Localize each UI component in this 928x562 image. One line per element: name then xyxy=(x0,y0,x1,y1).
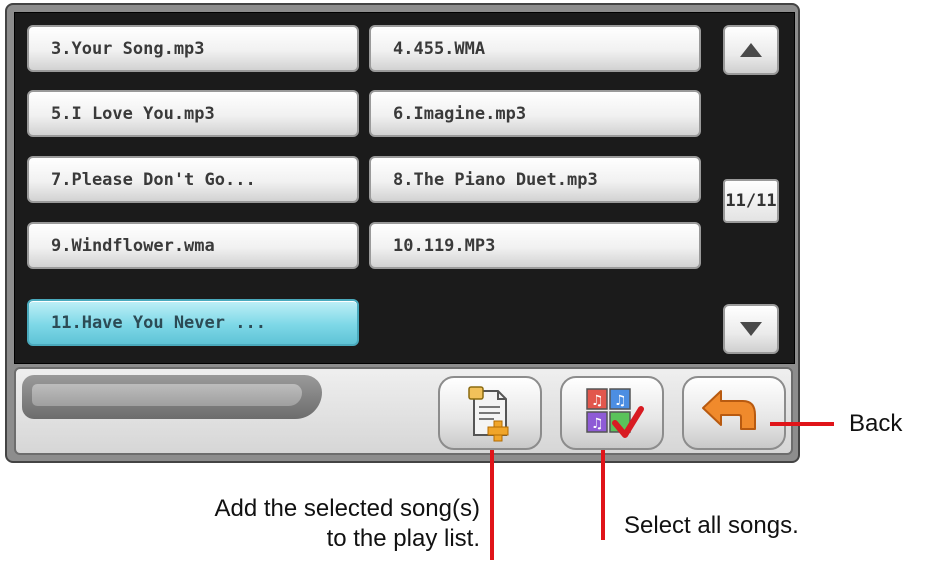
select-all-button[interactable]: ♫ ♫ ♫ xyxy=(560,376,664,450)
song-item[interactable]: 7.Please Don't Go... xyxy=(27,156,359,203)
song-label: 8.The Piano Duet.mp3 xyxy=(393,169,598,190)
u-turn-arrow-icon xyxy=(702,390,756,430)
document-plus-icon xyxy=(468,386,509,442)
add-pointer-line xyxy=(490,450,494,560)
page-indicator: 11/11 xyxy=(723,179,779,223)
back-pointer-line xyxy=(770,422,834,426)
playback-progress-bar[interactable] xyxy=(22,375,322,419)
select-all-annotation: Select all songs. xyxy=(624,512,799,539)
add-annotation-line1: Add the selected song(s) xyxy=(214,495,481,522)
song-item-selected[interactable]: 11.Have You Never ... xyxy=(27,299,359,346)
song-label: 4.455.WMA xyxy=(393,38,486,59)
progress-highlight xyxy=(32,384,302,406)
page-indicator-text: 11/11 xyxy=(725,191,777,211)
song-label: 9.Windflower.wma xyxy=(51,235,215,256)
music-grid-check-icon: ♫ ♫ ♫ xyxy=(586,388,644,438)
song-list-screen: 3.Your Song.mp3 4.455.WMA 5.I Love You.m… xyxy=(14,12,795,364)
device-frame: 3.Your Song.mp3 4.455.WMA 5.I Love You.m… xyxy=(5,3,800,463)
song-label: 3.Your Song.mp3 xyxy=(51,38,205,59)
song-label: 11.Have You Never ... xyxy=(51,312,266,333)
song-item[interactable]: 8.The Piano Duet.mp3 xyxy=(369,156,701,203)
triangle-up-icon xyxy=(740,43,762,57)
svg-text:♫: ♫ xyxy=(614,393,627,409)
add-to-playlist-button[interactable] xyxy=(438,376,542,450)
scroll-up-button[interactable] xyxy=(723,25,779,75)
song-label: 5.I Love You.mp3 xyxy=(51,103,215,124)
bottom-toolbar: ♫ ♫ ♫ xyxy=(14,367,793,455)
svg-text:♫: ♫ xyxy=(591,393,604,409)
add-annotation: Add the selected song(s) to the play lis… xyxy=(150,494,481,554)
song-item[interactable]: 4.455.WMA xyxy=(369,25,701,72)
back-button[interactable] xyxy=(682,376,786,450)
back-annotation: Back xyxy=(849,410,903,437)
song-label: 10.119.MP3 xyxy=(393,235,496,256)
add-annotation-line2: to the play list. xyxy=(326,525,480,552)
song-item[interactable]: 5.I Love You.mp3 xyxy=(27,90,359,137)
song-item[interactable]: 10.119.MP3 xyxy=(369,222,701,269)
select-all-pointer-line xyxy=(601,450,605,540)
song-item[interactable]: 6.Imagine.mp3 xyxy=(369,90,701,137)
svg-text:♫: ♫ xyxy=(591,416,604,432)
song-label: 6.Imagine.mp3 xyxy=(393,103,527,124)
song-item[interactable]: 3.Your Song.mp3 xyxy=(27,25,359,72)
song-item[interactable]: 9.Windflower.wma xyxy=(27,222,359,269)
triangle-down-icon xyxy=(740,322,762,336)
song-label: 7.Please Don't Go... xyxy=(51,169,256,190)
scroll-down-button[interactable] xyxy=(723,304,779,354)
